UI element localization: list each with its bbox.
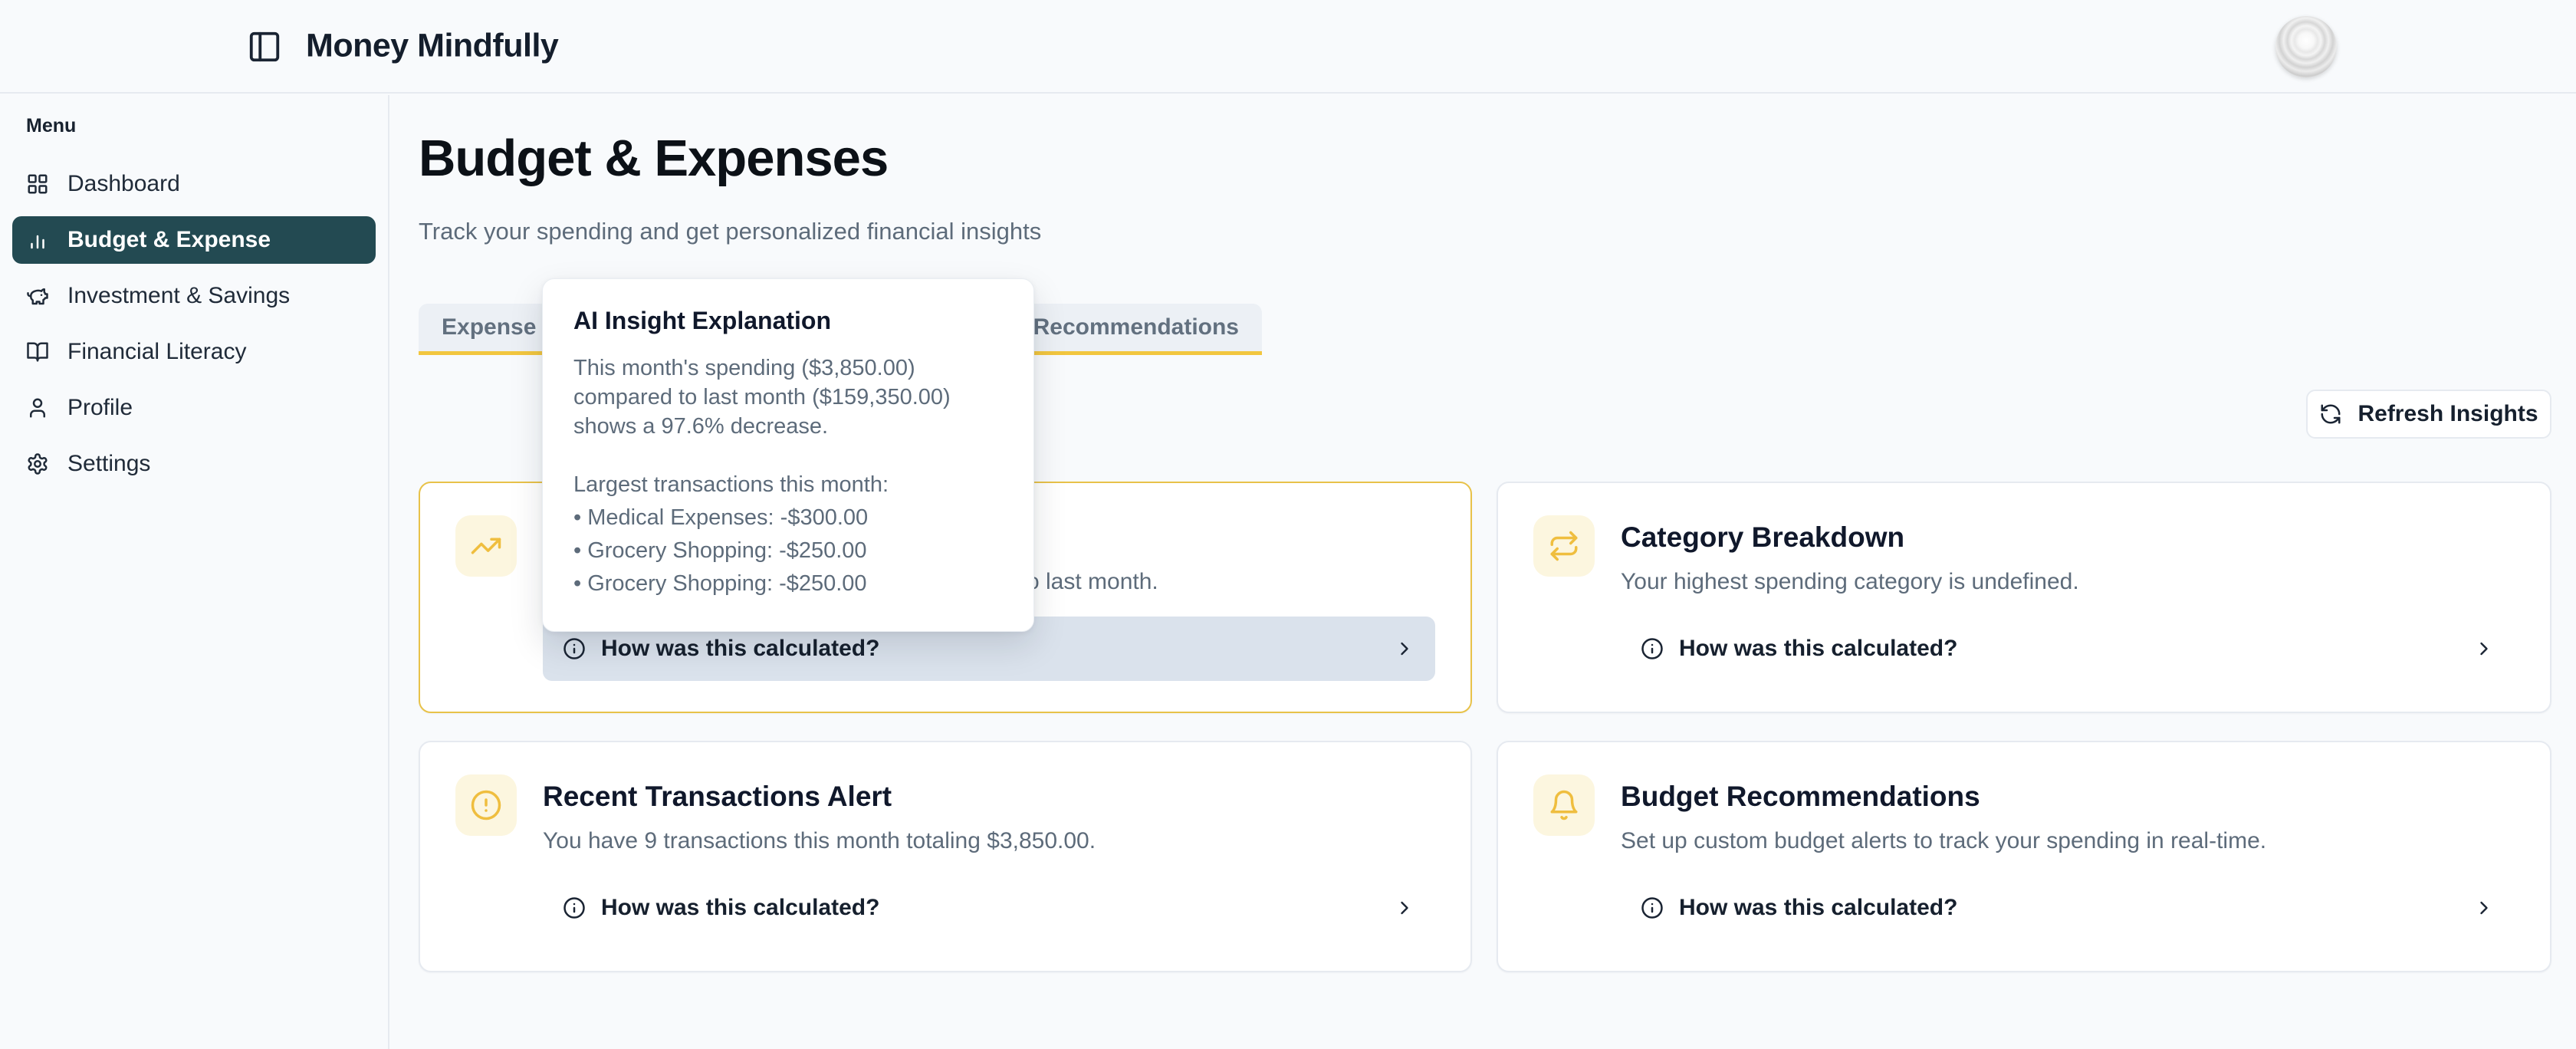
tooltip-largest-heading: Largest transactions this month: <box>573 469 1003 501</box>
tooltip-title: AI Insight Explanation <box>573 307 1003 335</box>
sidebar-item-label: Financial Literacy <box>67 339 246 365</box>
repeat-icon <box>1533 515 1595 577</box>
tooltip-transaction: • Medical Expenses: -$300.00 <box>573 501 1003 534</box>
avatar[interactable] <box>2275 16 2337 77</box>
refresh-insights-label: Refresh Insights <box>2358 401 2538 427</box>
ai-insight-tooltip: AI Insight Explanation This month's spen… <box>542 278 1034 632</box>
sidebar-toggle-button[interactable] <box>247 29 282 64</box>
sidebar-item-profile[interactable]: Profile <box>12 384 376 432</box>
dashboard-icon <box>26 173 49 196</box>
card-budget-recommendations: Budget Recommendations Set up custom bud… <box>1497 741 2551 972</box>
chevron-right-icon <box>1394 638 1415 659</box>
sidebar-item-dashboard[interactable]: Dashboard <box>12 160 376 208</box>
card-description: Set up custom budget alerts to track you… <box>1621 828 2515 854</box>
app-title: Money Mindfully <box>306 28 558 65</box>
tooltip-transaction: • Grocery Shopping: -$250.00 <box>573 534 1003 567</box>
sidebar-item-investment-savings[interactable]: Investment & Savings <box>12 272 376 320</box>
sidebar-item-budget-expense[interactable]: Budget & Expense <box>12 216 376 264</box>
sidebar-item-label: Dashboard <box>67 171 180 197</box>
how-calculated-row[interactable]: How was this calculated? <box>1621 876 2515 940</box>
bar-chart-icon <box>26 229 49 252</box>
piggy-bank-icon <box>26 284 49 307</box>
chevron-right-icon <box>1394 897 1415 919</box>
user-icon <box>26 396 49 419</box>
info-icon <box>563 896 586 919</box>
info-icon <box>1641 637 1664 660</box>
card-title: Budget Recommendations <box>1621 781 2515 816</box>
gear-icon <box>26 452 49 475</box>
sidebar-item-label: Settings <box>67 451 150 477</box>
card-description: Your highest spending category is undefi… <box>1621 569 2515 595</box>
how-calculated-label: How was this calculated? <box>1679 636 1957 662</box>
sidebar-item-label: Budget & Expense <box>67 227 271 253</box>
card-body: Recent Transactions Alert You have 9 tra… <box>543 774 1435 939</box>
tooltip-paragraph: This month's spending ($3,850.00) compar… <box>573 354 1003 441</box>
refresh-insights-button[interactable]: Refresh Insights <box>2306 390 2551 439</box>
panel-left-icon <box>247 29 282 64</box>
page-subtitle: Track your spending and get personalized… <box>419 218 1041 245</box>
how-calculated-label: How was this calculated? <box>1679 895 1957 921</box>
card-category-breakdown: Category Breakdown Your highest spending… <box>1497 482 2551 713</box>
card-title: Category Breakdown <box>1621 521 2515 557</box>
card-body: Category Breakdown Your highest spending… <box>1621 515 2515 679</box>
sidebar-item-label: Profile <box>67 395 133 421</box>
sidebar-item-financial-literacy[interactable]: Financial Literacy <box>12 328 376 376</box>
trending-up-icon <box>455 515 517 577</box>
info-icon <box>1641 896 1664 919</box>
app-header: Money Mindfully <box>0 0 2576 94</box>
sidebar-item-settings[interactable]: Settings <box>12 440 376 488</box>
sidebar-nav: Dashboard Budget & Expense Investment & … <box>12 160 376 488</box>
how-calculated-label: How was this calculated? <box>601 636 879 662</box>
sidebar-item-label: Investment & Savings <box>67 283 290 309</box>
app-root: { "header": { "app_title": "Money Mindfu… <box>0 0 2576 1049</box>
how-calculated-row[interactable]: How was this calculated? <box>1621 617 2515 681</box>
tooltip-transaction: • Grocery Shopping: -$250.00 <box>573 567 1003 600</box>
card-body: Budget Recommendations Set up custom bud… <box>1621 774 2515 939</box>
card-recent-transactions-alert: Recent Transactions Alert You have 9 tra… <box>419 741 1472 972</box>
book-open-icon <box>26 340 49 363</box>
refresh-icon <box>2319 403 2342 426</box>
how-calculated-row[interactable]: How was this calculated? <box>543 876 1435 940</box>
card-title: Recent Transactions Alert <box>543 781 1435 816</box>
info-icon <box>563 637 586 660</box>
chevron-right-icon <box>2473 897 2495 919</box>
alert-circle-icon <box>455 774 517 836</box>
card-description: You have 9 transactions this month total… <box>543 828 1435 854</box>
sidebar: Menu Dashboard Budget & Expense Investme… <box>0 95 389 1049</box>
bell-icon <box>1533 774 1595 836</box>
chevron-right-icon <box>2473 638 2495 659</box>
how-calculated-label: How was this calculated? <box>601 895 879 921</box>
sidebar-menu-label: Menu <box>12 115 376 137</box>
page-title: Budget & Expenses <box>419 129 888 188</box>
